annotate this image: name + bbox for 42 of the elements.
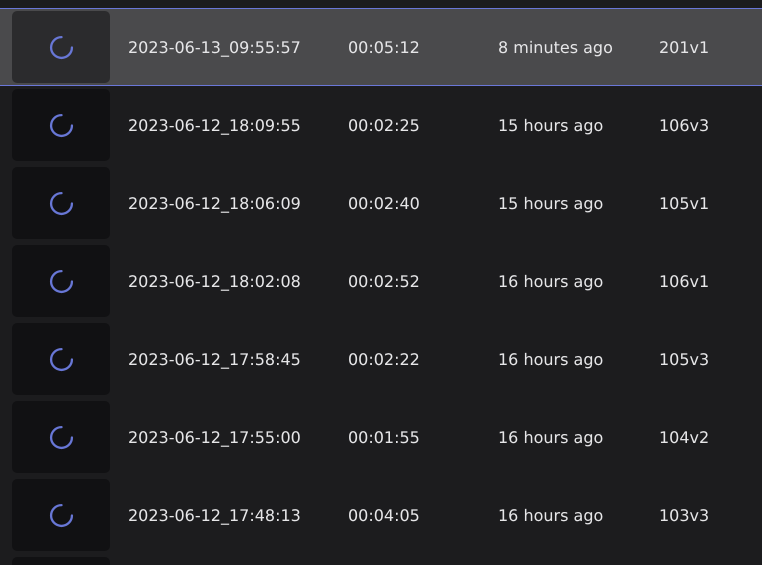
recording-name: 2023-06-12_17:58:45	[128, 350, 302, 368]
recording-row[interactable]: 2023-06-12_18:02:08 00:02:52 16 hours ago 106v1	[0, 242, 762, 320]
recorded-time: 16 hours ago	[498, 272, 604, 290]
recording-name: 2023-06-13_09:55:57	[128, 38, 302, 56]
loading-spinner-icon	[48, 190, 74, 216]
recording-row[interactable]: 2023-06-12_17:48:13 00:04:05 16 hours ago 103v3	[0, 476, 762, 554]
duration: 00:01:55	[348, 428, 421, 446]
loading-spinner-icon	[48, 502, 74, 528]
recorded-time: 16 hours ago	[498, 350, 604, 368]
duration: 00:02:22	[348, 350, 421, 368]
version-label: 106v1	[659, 272, 710, 290]
version-label: 103v3	[659, 506, 710, 524]
recording-row[interactable]: 2023-06-12_18:09:55 00:02:25 15 hours ago 106v3	[0, 86, 762, 164]
recording-name: 2023-06-12_17:48:13	[128, 506, 302, 524]
version-label: 104v2	[659, 428, 710, 446]
loading-spinner-icon	[48, 424, 74, 450]
recorded-time: 15 hours ago	[498, 194, 604, 212]
loading-spinner-icon	[48, 268, 74, 294]
recording-row[interactable]: 2023-06-12_18:06:09 00:02:40 15 hours ago 105v1	[0, 164, 762, 242]
recording-name: 2023-06-12_18:06:09	[128, 194, 302, 212]
recorded-time: 15 hours ago	[498, 116, 604, 134]
version-label: 201v1	[659, 38, 710, 56]
duration: 00:02:25	[348, 116, 421, 134]
version-label: 106v3	[659, 116, 710, 134]
recording-row[interactable]: 2023-06-12_17:55:00 00:01:55 16 hours ago 104v2	[0, 398, 762, 476]
duration: 00:02:40	[348, 194, 421, 212]
duration: 00:04:05	[348, 506, 421, 524]
recording-row[interactable]: 2023-06-13_09:55:57 00:05:12 8 minutes ago 201v1	[0, 8, 762, 86]
version-label: 105v3	[659, 350, 710, 368]
recorded-time: 8 minutes ago	[498, 38, 614, 56]
recorded-time: 16 hours ago	[498, 428, 604, 446]
duration: 00:05:12	[348, 38, 421, 56]
loading-spinner-icon	[48, 34, 74, 60]
recorded-time: 16 hours ago	[498, 506, 604, 524]
recording-row[interactable]: 2023-06-12_17:58:45 00:02:22 16 hours ago 105v3	[0, 320, 762, 398]
recording-name: 2023-06-12_18:02:08	[128, 272, 302, 290]
recording-name: 2023-06-12_17:55:00	[128, 428, 302, 446]
loading-spinner-icon	[48, 346, 74, 372]
loading-spinner-icon	[48, 112, 74, 138]
version-label: 105v1	[659, 194, 710, 212]
duration: 00:02:52	[348, 272, 421, 290]
recording-name: 2023-06-12_18:09:55	[128, 116, 302, 134]
